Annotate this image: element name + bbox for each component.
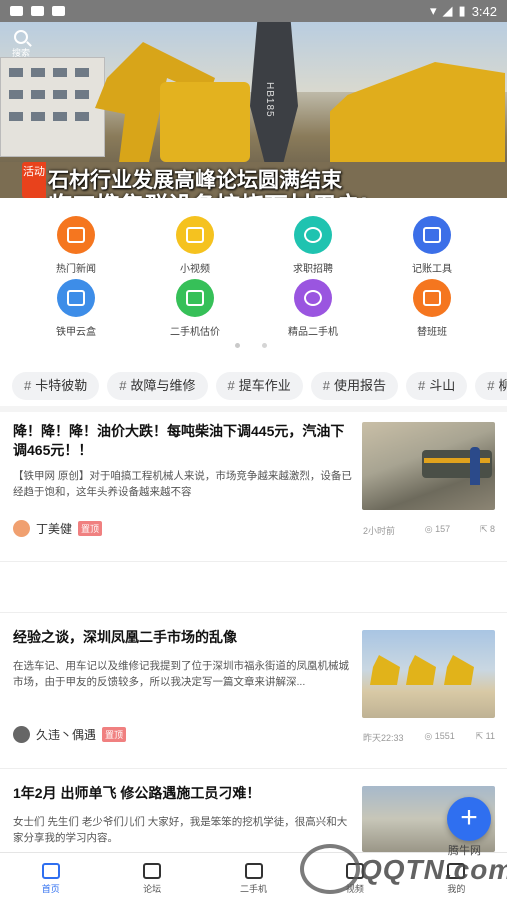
yen-cycle-icon: [294, 279, 332, 317]
article-meta: 昨天22:33 ◎ 1551 ⇱ 11: [363, 731, 495, 744]
topic-tag-bar: #卡特彼勒 #故障与维修 #提车作业 #使用报告 #斗山 #柳工: [0, 372, 507, 402]
category-label: 记账工具: [412, 264, 452, 275]
search-label: 搜索: [12, 48, 31, 58]
article-thumbnail: [362, 630, 495, 718]
image-icon: [52, 6, 65, 16]
divider: [0, 561, 507, 562]
wifi-icon: ▾: [430, 3, 437, 18]
article-thumbnail: [362, 422, 495, 510]
category-label: 精品二手机: [288, 327, 338, 338]
tab-label: 二手机: [240, 884, 268, 894]
cloud-box-icon: [57, 279, 95, 317]
list-icon: [244, 863, 263, 879]
category-label: 二手机估价: [170, 327, 220, 338]
article-time: 2小时前: [363, 526, 396, 536]
pinned-badge: 置顶: [102, 727, 127, 742]
view-count: 1551: [434, 731, 455, 741]
article-author[interactable]: 久违丶偶遇 置顶: [13, 726, 127, 743]
category-label: 小视频: [180, 264, 210, 275]
article-time: 昨天22:33: [363, 733, 404, 743]
share-count: 11: [485, 731, 495, 741]
author-name: 久违丶偶遇: [36, 728, 97, 742]
wechat-icon: [10, 6, 23, 16]
article-author[interactable]: 丁美健 置顶: [13, 520, 103, 537]
newspaper-icon: [57, 216, 95, 254]
scale-icon: [176, 279, 214, 317]
article-desc: 在选车记、用车记以及维修记我提到了位于深圳市福永街道的凤凰机械城市场，由于甲友的…: [13, 660, 349, 688]
add-post-button[interactable]: +: [447, 797, 491, 841]
category-label: 替班班: [417, 327, 447, 338]
share-count: 8: [489, 524, 495, 534]
share-icon: ⇱: [479, 524, 490, 534]
tab-forum[interactable]: 论坛: [101, 853, 202, 900]
article-title: 1年2月 出师单飞 修公路遇施工员刁难！: [13, 785, 261, 801]
home-icon: [41, 863, 60, 879]
article-title: 经验之谈，深圳凤凰二手市场的乱像: [13, 629, 237, 645]
eye-icon: ◎: [424, 524, 436, 534]
article-card[interactable]: 降！降！降！油价大跌！每吨柴油下调445元，汽油下调465元！！ 【铁甲网 原创…: [0, 412, 507, 537]
watermark-logo: [300, 844, 360, 894]
status-bar: ▾ ◢ ▮ 3:42: [0, 0, 507, 22]
signal-icon: ◢: [442, 3, 453, 18]
video-icon: [176, 216, 214, 254]
excavator-body-graphic: [160, 82, 250, 162]
article-meta: 2小时前 ◎ 157 ⇱ 8: [363, 524, 495, 537]
share-icon: ⇱: [475, 731, 486, 741]
battery-icon: ▮: [458, 3, 466, 18]
category-label: 求职招聘: [293, 264, 333, 275]
author-name: 丁美健: [36, 522, 73, 536]
wechat-icon: [31, 6, 44, 16]
article-title: 降！降！降！油价大跌！每吨柴油下调445元，汽油下调465元！！: [13, 423, 345, 458]
machine-label: HB185: [264, 82, 275, 118]
category-short-video[interactable]: 小视频: [145, 216, 245, 275]
page-dot: [235, 343, 240, 348]
article-card[interactable]: 1年2月 出师单飞 修公路遇施工员刁难！ 女士们 先生们 老少爷们儿们 大家好，…: [0, 770, 507, 852]
view-count: 157: [435, 524, 451, 534]
banner-building: [0, 57, 105, 157]
watermark-small: 腾牛网: [448, 845, 481, 857]
shift-icon: [413, 279, 451, 317]
page-indicator: [235, 343, 267, 348]
pinned-badge: 置顶: [78, 521, 103, 536]
avatar: [13, 726, 30, 743]
eye-icon: ◎: [424, 731, 435, 741]
article-card[interactable]: 经验之谈，深圳凤凰二手市场的乱像 在选车记、用车记以及维修记我提到了位于深圳市福…: [0, 614, 507, 743]
ledger-icon: [413, 216, 451, 254]
chat-icon: [143, 863, 162, 879]
avatar: [13, 520, 30, 537]
tab-used[interactable]: 二手机: [203, 853, 304, 900]
topic-tag[interactable]: # 使用报告: [310, 372, 398, 400]
divider: [0, 612, 507, 613]
category-label: 铁甲云盒: [56, 327, 96, 338]
category-ledger[interactable]: 记账工具: [382, 216, 482, 275]
tab-label: 论坛: [143, 884, 162, 894]
divider: [0, 768, 507, 769]
tab-home[interactable]: 首页: [0, 853, 101, 900]
article-desc: 【铁甲网 原创】对于咱搞工程机械人来说，市场竞争越来越激烈，设备已经趋于饱和，这…: [13, 470, 352, 498]
tab-label: 首页: [41, 884, 60, 894]
topic-tag[interactable]: #柳工: [475, 372, 507, 400]
category-hot-news[interactable]: 热门新闻: [26, 216, 126, 275]
category-shift[interactable]: 替班班: [382, 279, 482, 338]
watermark-brand: QQTN.com: [360, 854, 507, 885]
page-dot: [262, 343, 267, 348]
topic-tag[interactable]: # 斗山: [406, 372, 468, 400]
banner-tag: 活动: [22, 162, 46, 198]
category-cloud-box[interactable]: 铁甲云盒: [26, 279, 126, 338]
category-valuation[interactable]: 二手机估价: [145, 279, 245, 338]
category-jobs[interactable]: 求职招聘: [263, 216, 363, 275]
banner-carousel[interactable]: HB185 搜索 活动 石材行业发展高峰论坛圆满结束 临工携集群设备控烧石材用户…: [0, 22, 507, 198]
search-button[interactable]: 搜索: [12, 30, 30, 59]
watermark: QQTN.com 腾牛网: [300, 840, 507, 900]
topic-tag[interactable]: # 卡特彼勒: [12, 372, 100, 400]
banner-subtitle: 临工携集群设备控烧石材用户!: [48, 186, 368, 198]
topic-tag[interactable]: # 提车作业: [215, 372, 303, 400]
topic-tag[interactable]: # 故障与维修: [107, 372, 208, 400]
category-label: 热门新闻: [56, 264, 96, 275]
clock: 3:42: [471, 3, 497, 19]
search-icon: [14, 30, 28, 44]
category-grid: 热门新闻 小视频 求职招聘 记账工具 铁甲云盒 二手机估价 精品二手机 替班班: [0, 198, 507, 358]
person-icon: [294, 216, 332, 254]
category-used-machines[interactable]: 精品二手机: [263, 279, 363, 338]
